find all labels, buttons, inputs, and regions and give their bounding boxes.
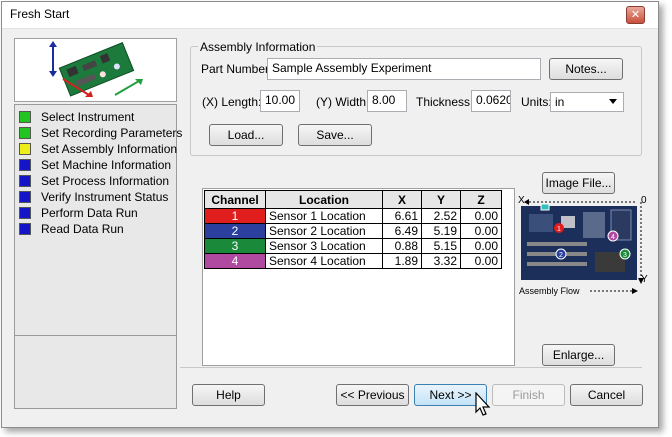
flow-arrow-icon [590, 288, 638, 294]
status-square [19, 207, 31, 219]
step-set-recording-parameters[interactable]: Set Recording Parameters [19, 125, 182, 141]
units-label: Units: [521, 95, 552, 109]
table-row[interactable]: 3 Sensor 3 Location 0.88 5.15 0.00 [204, 238, 502, 254]
close-icon: ✕ [630, 9, 641, 21]
length-input[interactable]: 10.00 [260, 90, 300, 112]
enlarge-button[interactable]: Enlarge... [542, 344, 615, 366]
col-channel[interactable]: Channel [204, 190, 266, 209]
location-cell[interactable]: Sensor 1 Location [265, 208, 383, 224]
z-cell[interactable]: 0.00 [460, 208, 502, 224]
col-x[interactable]: X [382, 190, 422, 209]
x-cell[interactable]: 0.88 [382, 238, 422, 254]
step-select-instrument[interactable]: Select Instrument [19, 109, 134, 125]
part-number-label: Part Number: [201, 62, 273, 76]
thickness-label: Thickness: [416, 95, 474, 109]
location-cell[interactable]: Sensor 4 Location [265, 253, 383, 269]
chevron-down-icon [609, 99, 617, 104]
z-cell[interactable]: 0.00 [460, 238, 502, 254]
sensor-marker-3: 3 [623, 252, 627, 259]
z-cell[interactable]: 0.00 [460, 253, 502, 269]
cancel-button[interactable]: Cancel [570, 384, 643, 406]
assembly-information-label: Assembly Information [198, 40, 318, 54]
col-location[interactable]: Location [265, 190, 383, 209]
sensor-marker-2: 2 [559, 252, 563, 259]
status-square [19, 223, 31, 235]
units-select[interactable]: in [550, 92, 624, 112]
step-label: Set Machine Information [41, 158, 172, 172]
steps-list: Select Instrument Set Recording Paramete… [14, 104, 182, 336]
previous-button[interactable]: << Previous [336, 384, 409, 406]
notes-button[interactable]: Notes... [549, 58, 623, 80]
divider [180, 367, 642, 368]
channel-cell: 2 [204, 223, 266, 239]
fresh-start-window: Fresh Start ✕ Select Instrument Set Reco… [1, 1, 659, 428]
finish-button[interactable]: Finish [492, 384, 565, 406]
close-button[interactable]: ✕ [626, 6, 645, 24]
part-number-input[interactable]: Sample Assembly Experiment [267, 58, 541, 80]
status-square [19, 175, 31, 187]
y-cell[interactable]: 5.19 [421, 223, 461, 239]
status-square [19, 143, 31, 155]
step-label: Set Assembly Information [41, 142, 178, 156]
mouse-pointer-icon [475, 392, 491, 416]
step-perform-data-run[interactable]: Perform Data Run [19, 205, 138, 221]
table-row[interactable]: 2 Sensor 2 Location 6.49 5.19 0.00 [204, 223, 502, 239]
board-thumbnail-panel [14, 38, 177, 102]
sensor-marker-1: 1 [557, 226, 561, 233]
step-set-assembly-information[interactable]: Set Assembly Information [19, 141, 177, 157]
y-cell[interactable]: 5.15 [421, 238, 461, 254]
status-square [19, 111, 31, 123]
width-label: (Y) Width: [316, 95, 370, 109]
channel-cell: 1 [204, 208, 266, 224]
table-row[interactable]: 4 Sensor 4 Location 1.89 3.32 0.00 [204, 253, 502, 269]
location-cell[interactable]: Sensor 2 Location [265, 223, 383, 239]
col-z[interactable]: Z [460, 190, 502, 209]
status-square [19, 191, 31, 203]
sensor-marker-4: 4 [611, 234, 615, 241]
step-set-process-information[interactable]: Set Process Information [19, 173, 169, 189]
step-label: Perform Data Run [41, 206, 138, 220]
length-label: (X) Length: [202, 95, 262, 109]
step-label: Select Instrument [41, 110, 135, 124]
z-cell[interactable]: 0.00 [460, 223, 502, 239]
save-button[interactable]: Save... [298, 124, 372, 146]
x-cell[interactable]: 6.49 [382, 223, 422, 239]
step-label: Verify Instrument Status [41, 190, 169, 204]
board-thumbnail-icon [49, 41, 143, 97]
assembly-flow-label: Assembly Flow [519, 286, 580, 296]
thickness-input[interactable]: 0.0620 [471, 90, 511, 112]
assembly-board-image[interactable]: 1 2 3 4 [517, 196, 647, 286]
width-input[interactable]: 8.00 [367, 90, 407, 112]
status-square [19, 159, 31, 171]
table-row[interactable]: 1 Sensor 1 Location 6.61 2.52 0.00 [204, 208, 502, 224]
help-button[interactable]: Help [192, 384, 265, 406]
x-cell[interactable]: 6.61 [382, 208, 422, 224]
location-cell[interactable]: Sensor 3 Location [265, 238, 383, 254]
sensor-table: Channel Location X Y Z 1 Sensor 1 Locati… [204, 190, 502, 269]
step-set-machine-information[interactable]: Set Machine Information [19, 157, 171, 173]
y-cell[interactable]: 3.32 [421, 253, 461, 269]
step-label: Set Recording Parameters [41, 126, 183, 140]
step-label: Set Process Information [41, 174, 170, 188]
image-file-button[interactable]: Image File... [542, 172, 615, 194]
channel-cell: 4 [204, 253, 266, 269]
step-label: Read Data Run [41, 222, 124, 236]
window-title: Fresh Start [10, 7, 70, 21]
channel-cell: 3 [204, 238, 266, 254]
load-button[interactable]: Load... [209, 124, 283, 146]
y-cell[interactable]: 2.52 [421, 208, 461, 224]
steps-detail-panel [14, 335, 177, 409]
col-y[interactable]: Y [421, 190, 461, 209]
x-cell[interactable]: 1.89 [382, 253, 422, 269]
step-read-data-run[interactable]: Read Data Run [19, 221, 124, 237]
status-square [19, 127, 31, 139]
title-bar: Fresh Start ✕ [2, 2, 658, 29]
step-verify-instrument-status[interactable]: Verify Instrument Status [19, 189, 168, 205]
units-value: in [555, 95, 565, 109]
